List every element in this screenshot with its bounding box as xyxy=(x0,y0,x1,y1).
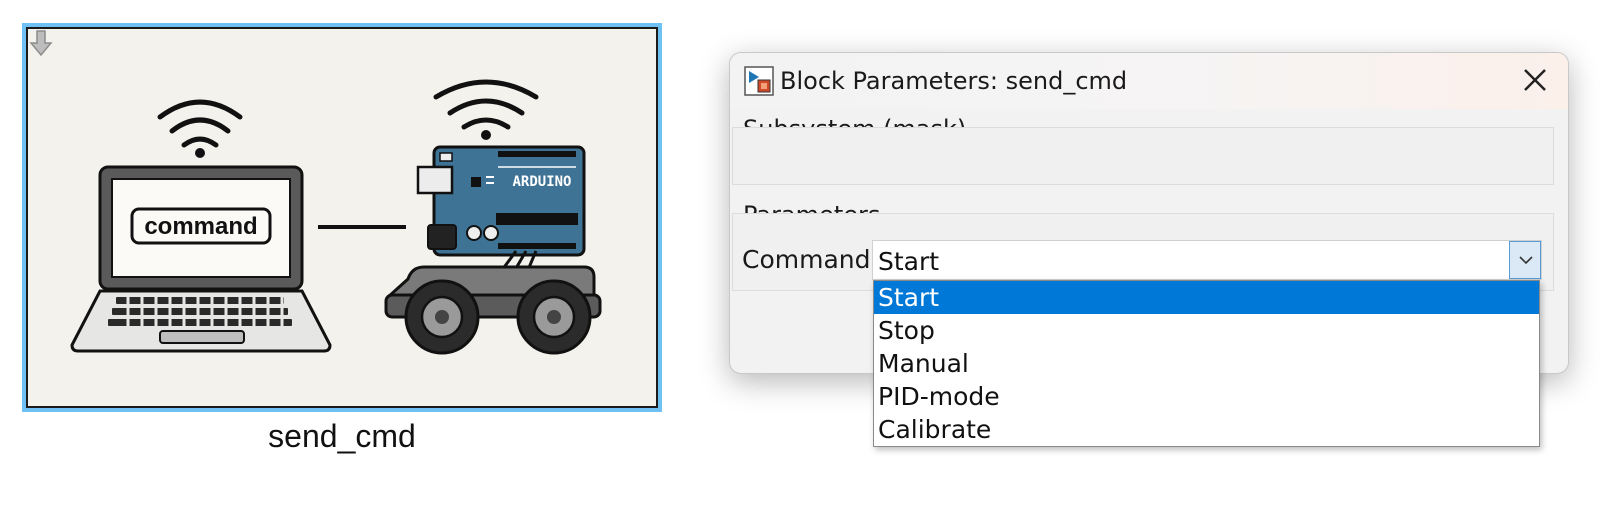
laptop-icon: command xyxy=(70,165,332,353)
block-caption: send_cmd xyxy=(268,418,416,454)
chevron-down-icon xyxy=(1519,256,1533,265)
wifi-icon-laptop xyxy=(157,99,243,148)
dropdown-option-stop[interactable]: Stop xyxy=(874,314,1539,347)
command-label: Command xyxy=(742,245,871,274)
close-icon xyxy=(1524,69,1546,91)
robot-car-icon xyxy=(384,265,602,355)
subsystem-block[interactable]: command ARDUINO xyxy=(22,23,662,412)
simulink-block-icon xyxy=(744,66,774,96)
command-select-toggle[interactable] xyxy=(1509,241,1541,279)
close-button[interactable] xyxy=(1520,65,1550,95)
command-dropdown-list: Start Stop Manual PID-mode Calibrate xyxy=(873,280,1540,447)
dropdown-option-calibrate[interactable]: Calibrate xyxy=(874,413,1539,446)
down-arrow-icon xyxy=(29,30,53,57)
dialog-titlebar[interactable]: Block Parameters: send_cmd xyxy=(730,53,1568,109)
command-select-value: Start xyxy=(878,247,940,276)
dropdown-option-pid-mode[interactable]: PID-mode xyxy=(874,380,1539,413)
wifi-icon-board xyxy=(433,79,539,130)
block-canvas: command ARDUINO xyxy=(26,27,658,408)
dropdown-option-manual[interactable]: Manual xyxy=(874,347,1539,380)
block-illustration: command ARDUINO xyxy=(70,79,602,355)
arduino-board-icon: ARDUINO xyxy=(416,145,586,257)
dropdown-option-start[interactable]: Start xyxy=(874,281,1539,314)
board-label: ARDUINO xyxy=(512,174,571,190)
mask-description-box xyxy=(732,127,1554,185)
dialog-title: Block Parameters: send_cmd xyxy=(780,67,1128,95)
command-select[interactable]: Start xyxy=(872,240,1542,280)
laptop-screen-text: command xyxy=(144,213,257,240)
